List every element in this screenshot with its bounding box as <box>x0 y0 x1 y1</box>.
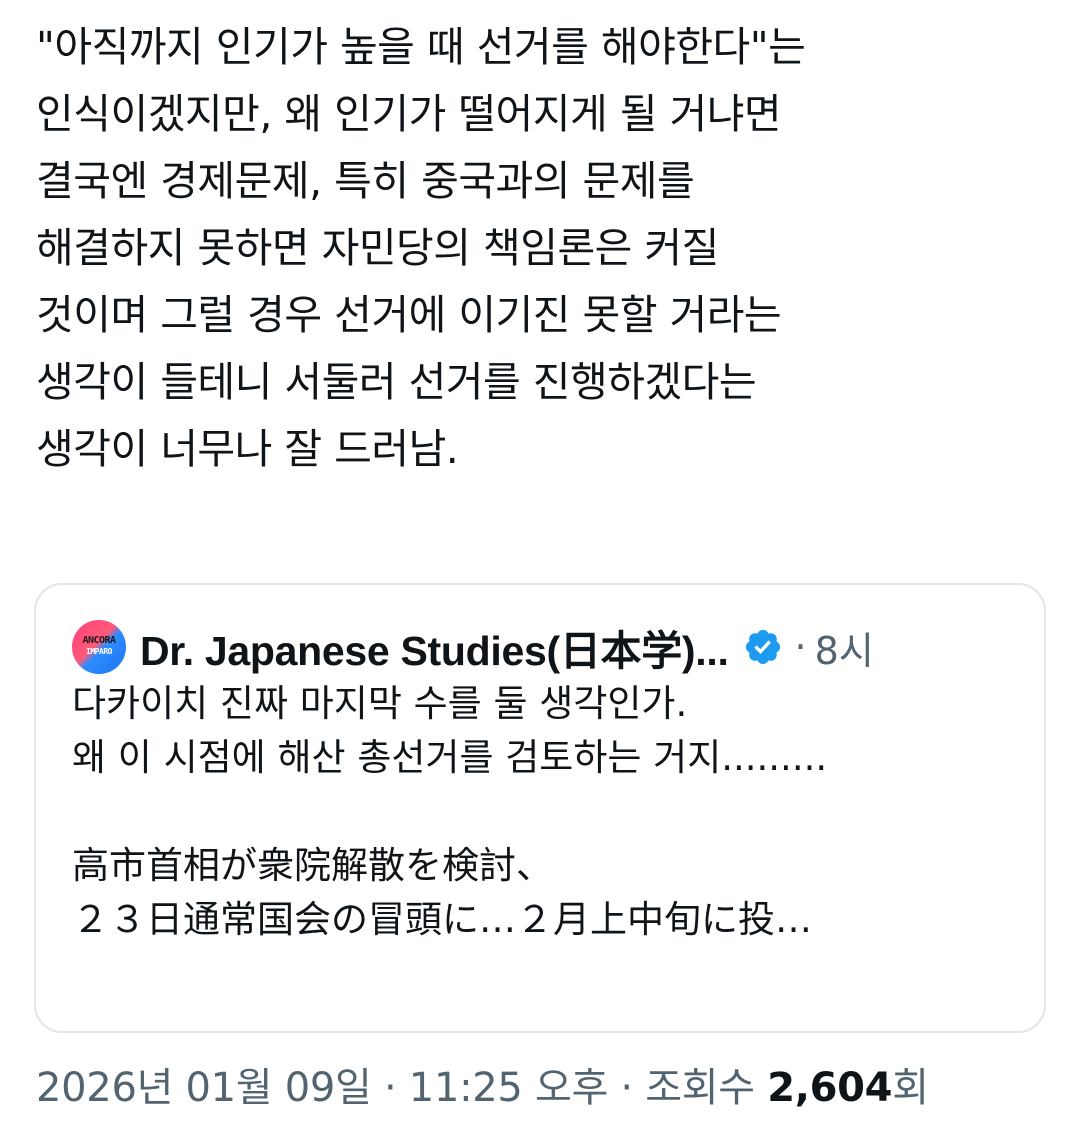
quoted-text-line <box>72 785 1012 839</box>
avatar-text-bottom: IMPARO <box>86 647 112 656</box>
tweet-text-line: "아직까지 인기가 높을 때 선거를 해야한다"는 <box>36 23 806 71</box>
quoted-tweet-card[interactable]: ANCORA IMPARO Dr. Japanese Studies(日本学).… <box>34 583 1046 1033</box>
post-date[interactable]: 2026년 01월 09일 <box>36 1065 372 1111</box>
views-label: 조회수 <box>645 1065 755 1111</box>
verified-badge-icon <box>745 629 780 665</box>
quoted-text-line: ２３日通常国会の冒頭に…２月上中旬に投… <box>72 898 812 941</box>
tweet-metadata: 2026년 01월 09일 · 11:25 오후 · 조회수 2,604회 <box>36 1055 929 1113</box>
quoted-text-line: 다카이치 진짜 마지막 수를 둘 생각인가. <box>72 682 688 725</box>
tweet-text-line: 결국엔 경제문제, 특히 중국과의 문제를 <box>36 157 695 205</box>
tweet-text-line: 생각이 너무나 잘 드러남. <box>36 425 459 473</box>
meta-separator: · <box>383 1065 397 1111</box>
quoted-text-line: 高市首相が衆院解散を検討、 <box>72 844 553 887</box>
avatar-text-top: ANCORA <box>82 635 116 646</box>
tweet-text-line: 것이며 그럴 경우 선거에 이기진 못할 거라는 <box>36 291 782 339</box>
quoted-tweet-time[interactable]: 8시 <box>815 620 874 675</box>
tweet-text: "아직까지 인기가 높을 때 선거를 해야한다"는 인식이겠지만, 왜 인기가 … <box>36 14 1046 483</box>
tweet-text-line: 해결하지 못하면 자민당의 책임론은 커질 <box>36 224 719 272</box>
avatar[interactable]: ANCORA IMPARO <box>72 620 126 674</box>
quoted-tweet-header: ANCORA IMPARO Dr. Japanese Studies(日本学).… <box>72 619 874 675</box>
post-time[interactable]: 11:25 오후 <box>409 1065 609 1111</box>
quoted-tweet-text: 다카이치 진짜 마지막 수를 둘 생각인가. 왜 이 시점에 해산 총선거를 검… <box>72 677 1012 947</box>
quoted-text-line: 왜 이 시점에 해산 총선거를 검토하는 거지......... <box>72 736 828 779</box>
meta-separator: · <box>620 1065 633 1111</box>
meta-separator: · <box>794 625 807 669</box>
quoted-author-name[interactable]: Dr. Japanese Studies(日本学)... <box>140 617 729 677</box>
views-suffix: 회 <box>892 1065 929 1111</box>
views-count: 2,604 <box>767 1065 893 1111</box>
tweet-text-line: 생각이 들테니 서둘러 선거를 진행하겠다는 <box>36 358 757 406</box>
tweet-text-line: 인식이겠지만, 왜 인기가 떨어지게 될 거냐면 <box>36 90 782 138</box>
